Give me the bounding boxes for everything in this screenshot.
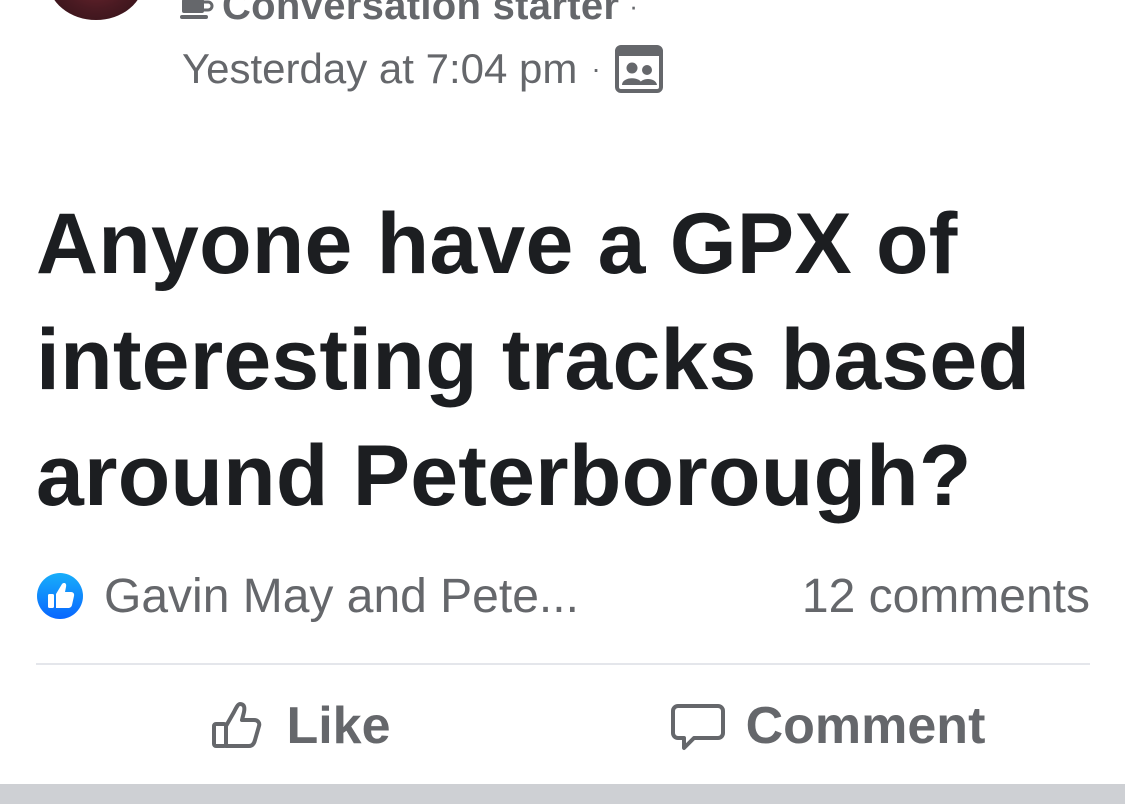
comment-count-link[interactable]: 12 comments xyxy=(802,569,1090,624)
like-label: Like xyxy=(286,697,391,755)
like-button[interactable]: Like xyxy=(36,680,563,772)
comment-bubble-icon xyxy=(670,704,725,750)
like-reaction-icon xyxy=(37,573,83,619)
author-avatar[interactable] xyxy=(48,0,144,20)
post-badge: Conversation starter · xyxy=(180,0,638,28)
action-divider xyxy=(36,663,1090,665)
thumbs-up-icon xyxy=(212,702,262,748)
group-audience-icon[interactable] xyxy=(614,45,663,93)
reactor-names: Gavin May and Pete... xyxy=(104,569,579,623)
feed-separator xyxy=(0,784,1125,804)
badge-label: Conversation starter xyxy=(222,0,620,28)
badge-separator: · xyxy=(629,0,638,21)
post-actions: Like Comment xyxy=(36,680,1090,772)
reaction-summary[interactable]: Gavin May and Pete... xyxy=(36,569,579,624)
post-meta: Yesterday at 7:04 pm · xyxy=(182,44,663,94)
meta-separator: · xyxy=(591,53,601,84)
comment-label: Comment xyxy=(745,697,986,755)
coffee-cup-icon xyxy=(180,0,214,19)
post-timestamp[interactable]: Yesterday at 7:04 pm xyxy=(182,45,577,93)
post-body-text: Anyone have a GPX of interesting tracks … xyxy=(36,196,1031,524)
comment-button[interactable]: Comment xyxy=(563,680,1090,772)
reactions-bar: Gavin May and Pete... 12 comments xyxy=(36,566,1090,626)
